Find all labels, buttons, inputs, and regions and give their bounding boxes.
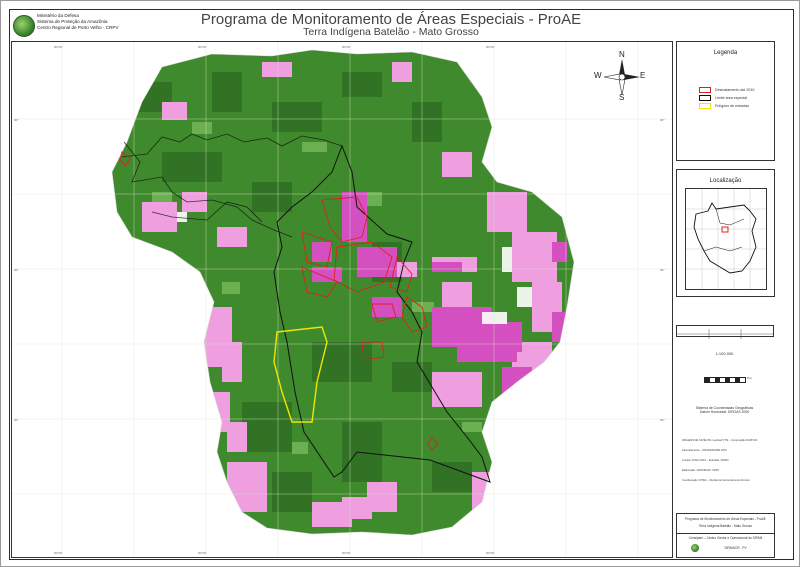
legend-item-label: Polígono de estradas — [715, 103, 749, 108]
svg-text:00°00': 00°00' — [54, 45, 63, 49]
svg-text:00°00': 00°00' — [342, 551, 351, 555]
title-block: Programa de Monitoramento de Áreas Espec… — [676, 513, 775, 558]
org-line-3: Centro Regional de Porto Velho - CRPV — [37, 25, 119, 30]
location-inset-map — [685, 188, 767, 290]
svg-text:00°00': 00°00' — [198, 551, 207, 555]
svg-text:00°: 00° — [660, 118, 665, 122]
svg-text:00°: 00° — [14, 118, 19, 122]
location-panel: Localização — [676, 169, 775, 297]
svg-text:00°00': 00°00' — [486, 45, 495, 49]
svg-text:00°: 00° — [14, 418, 19, 422]
legend-item-boundary: Limite área especial — [699, 95, 747, 101]
note-1: IMAGENS DE SATÉLITE: Landsat 5 TM – Comp… — [682, 439, 758, 442]
svg-text:00°: 00° — [660, 268, 665, 272]
note-2: Desmatamento – PRODES/INPE 2010 — [682, 449, 727, 452]
legend-swatch-red — [699, 87, 711, 93]
legend-swatch-black — [699, 95, 711, 101]
map-sheet: Ministério da Defesa Sistema de Proteção… — [0, 0, 800, 567]
legend-title: Legenda — [713, 50, 738, 56]
legend-item-deforestation: Desmatamento até 2010 — [699, 87, 754, 93]
footer-line-4: SIPAM/CR - PV — [724, 546, 747, 550]
footer-line-1: Programa de Monitoramento de Áreas Espec… — [685, 517, 766, 521]
legend-item-label: Limite área especial — [715, 95, 747, 100]
legend-swatch-yellow — [699, 103, 711, 109]
note-5: Coordenação: DITEC – Divisão de Sensoria… — [682, 479, 750, 482]
location-title: Localização — [709, 178, 742, 184]
legend-item-roads: Polígono de estradas — [699, 103, 749, 109]
compass-south-label: S — [619, 93, 625, 102]
north-arrow: N S E W — [594, 50, 646, 102]
sipam-logo-icon — [13, 15, 35, 37]
inset-map-drawing — [686, 189, 766, 289]
coordinate-system-text: Sistema de Coordenadas Geográficas Datum… — [676, 406, 773, 415]
svg-text:00°: 00° — [14, 268, 19, 272]
map-subtitle: Terra Indígena Batelão - Mato Grosso — [303, 26, 479, 38]
satellite-map: 00°00' 00°00' 00°00' 00°00' 00°00' 00°00… — [12, 42, 672, 557]
note-3: Limites: FUNAI 2010 – Estradas: SIPAM — [682, 459, 729, 462]
scale-bar — [704, 377, 746, 383]
note-4: Elaboração: CENSIPAM / CRPV — [682, 469, 720, 472]
scale-unit: Km — [747, 376, 752, 380]
svg-text:00°: 00° — [660, 418, 665, 422]
scale-text: 1:100.000 — [715, 351, 734, 356]
legend-item-label: Desmatamento até 2010 — [715, 87, 755, 92]
footer-line-3: Censipam – Centro Gestor e Operacional d… — [677, 533, 774, 540]
map-viewport[interactable]: 00°00' 00°00' 00°00' 00°00' 00°00' 00°00… — [11, 41, 673, 558]
legend-panel: Legenda Desmatamento até 2010 Limite áre… — [676, 41, 775, 161]
svg-text:00°00': 00°00' — [486, 551, 495, 555]
org-header: Ministério da Defesa Sistema de Proteção… — [13, 13, 173, 41]
compass-west-label: W — [594, 71, 602, 80]
coord-line-2: Datum Horizontal: SIRGAS 2000 — [699, 410, 750, 415]
svg-text:00°00': 00°00' — [54, 551, 63, 555]
svg-text:00°00': 00°00' — [342, 45, 351, 49]
info-table — [676, 325, 774, 339]
compass-east-label: E — [640, 71, 646, 80]
svg-text:00°00': 00°00' — [198, 45, 207, 49]
footer-line-2: Terra Indígena Batelão - Mato Grosso — [698, 524, 753, 528]
compass-north-label: N — [619, 50, 625, 59]
